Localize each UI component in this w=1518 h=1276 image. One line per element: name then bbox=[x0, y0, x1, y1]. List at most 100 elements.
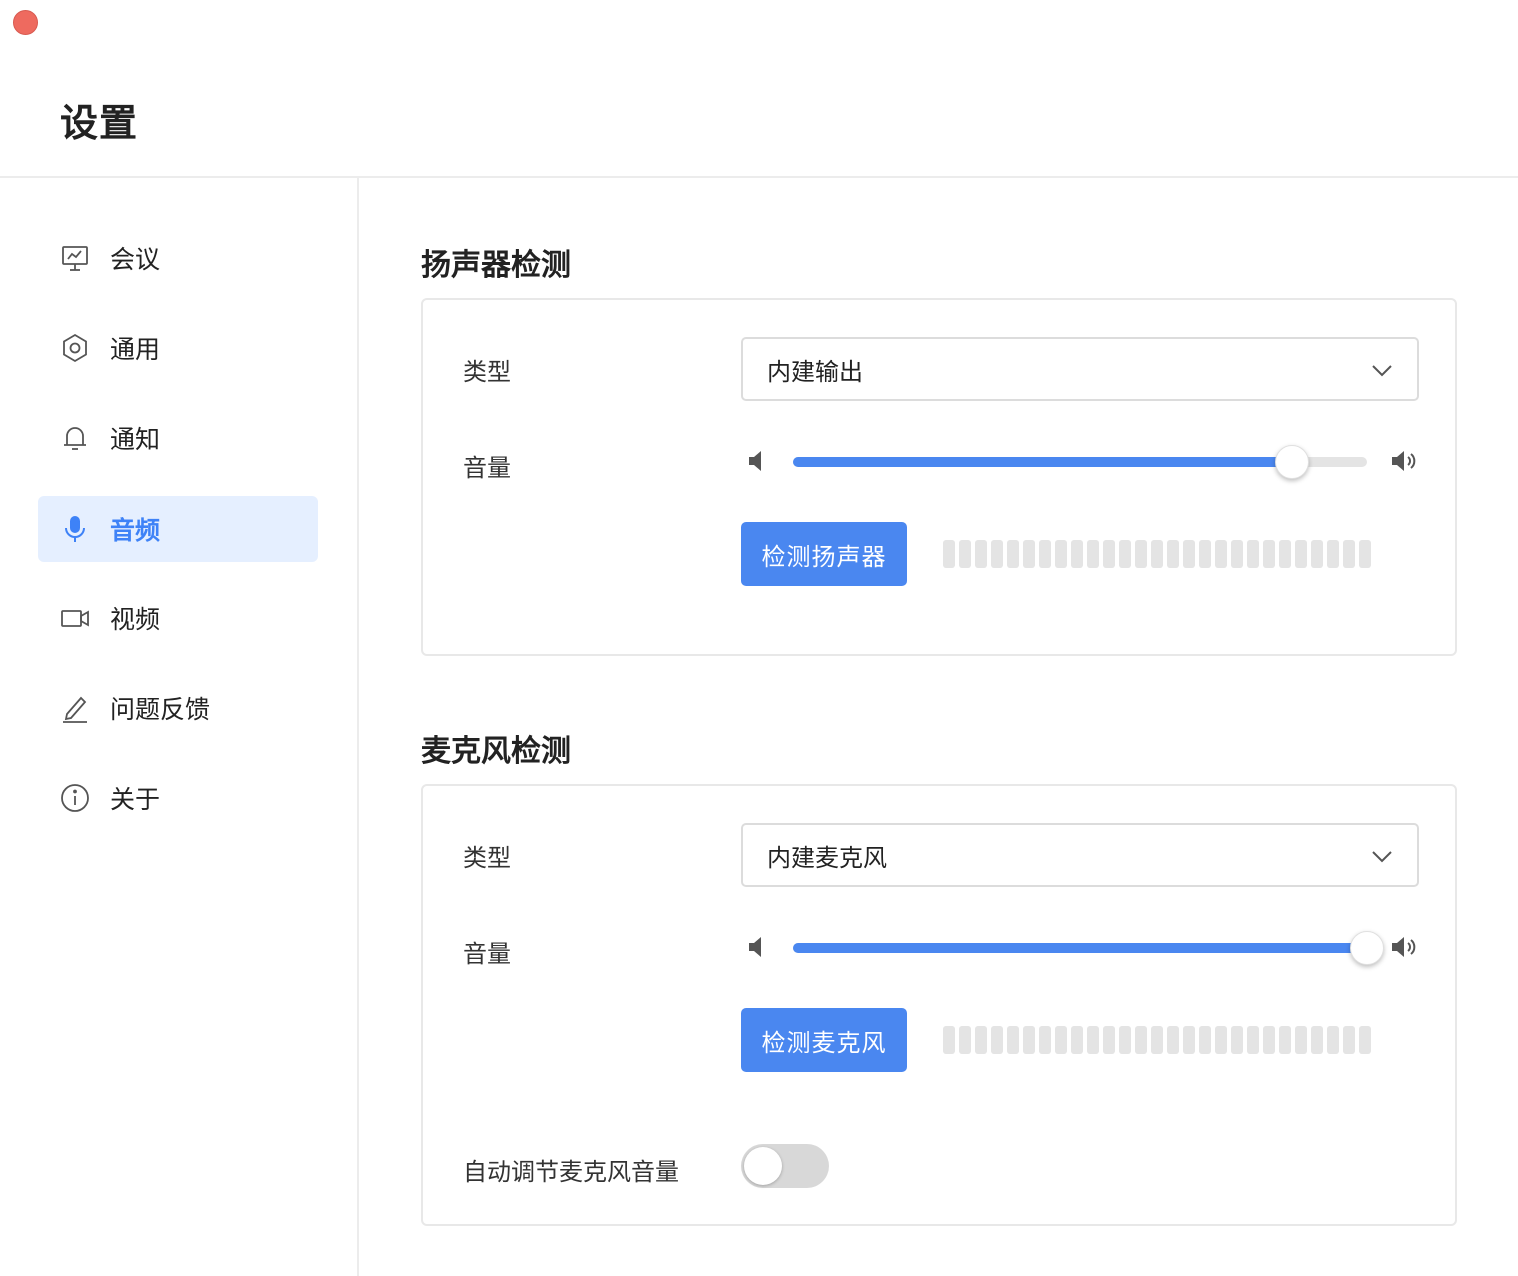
meter-segment bbox=[1199, 1026, 1211, 1054]
microphone-level-meter bbox=[943, 1026, 1371, 1054]
volume-high-icon bbox=[1392, 451, 1416, 471]
meter-segment bbox=[1087, 540, 1099, 568]
speaker-card: 类型 内建输出 音量 检测扬声器 bbox=[421, 298, 1457, 656]
meter-segment bbox=[1023, 1026, 1035, 1054]
meter-segment bbox=[991, 540, 1003, 568]
meter-segment bbox=[1183, 540, 1195, 568]
meter-segment bbox=[1231, 1026, 1243, 1054]
meter-segment bbox=[943, 1026, 955, 1054]
sidebar-item-feedback[interactable]: 问题反馈 bbox=[38, 675, 318, 741]
meter-segment bbox=[1007, 540, 1019, 568]
meter-segment bbox=[943, 540, 955, 568]
meter-segment bbox=[959, 1026, 971, 1054]
slider-fill bbox=[793, 457, 1293, 467]
test-speaker-button[interactable]: 检测扬声器 bbox=[741, 522, 907, 586]
info-icon bbox=[58, 781, 92, 815]
meter-segment bbox=[975, 1026, 987, 1054]
sidebar-item-general[interactable]: 通用 bbox=[38, 315, 318, 381]
sidebar-item-audio[interactable]: 音频 bbox=[38, 496, 318, 562]
volume-high-icon bbox=[1392, 937, 1416, 957]
toggle-knob bbox=[744, 1147, 782, 1185]
microphone-volume-label: 音量 bbox=[463, 940, 511, 968]
settings-window: 设置 会议 通用 通知 音频 视频 问题反馈 关于 扬声器检测 类型 内建输出 … bbox=[0, 0, 1518, 1276]
meter-segment bbox=[1151, 1026, 1163, 1054]
speaker-level-meter bbox=[943, 540, 1371, 568]
meter-segment bbox=[1183, 1026, 1195, 1054]
meter-segment bbox=[1343, 540, 1355, 568]
sidebar-item-label: 会议 bbox=[110, 245, 161, 274]
speaker-volume-slider[interactable] bbox=[793, 445, 1367, 479]
page-title: 设置 bbox=[60, 101, 139, 145]
meter-segment bbox=[1295, 540, 1307, 568]
sidebar-item-label: 视频 bbox=[110, 605, 161, 634]
microphone-card: 类型 内建麦克风 音量 检测麦克风 自动调节麦克风音量 bbox=[421, 784, 1457, 1226]
meter-segment bbox=[975, 540, 987, 568]
meter-segment bbox=[1167, 540, 1179, 568]
meter-segment bbox=[1327, 1026, 1339, 1054]
slider-thumb[interactable] bbox=[1275, 445, 1310, 479]
speaker-section-title: 扬声器检测 bbox=[421, 248, 571, 283]
meter-segment bbox=[1295, 1026, 1307, 1054]
close-button[interactable] bbox=[13, 10, 38, 35]
sidebar-item-label: 通用 bbox=[110, 335, 161, 364]
speaker-type-select[interactable]: 内建输出 bbox=[741, 337, 1419, 401]
chevron-down-icon bbox=[1372, 365, 1392, 377]
meter-segment bbox=[1103, 540, 1115, 568]
meter-segment bbox=[1103, 1026, 1115, 1054]
meter-segment bbox=[1311, 540, 1323, 568]
presentation-icon bbox=[58, 241, 92, 275]
microphone-type-select[interactable]: 内建麦克风 bbox=[741, 823, 1419, 887]
microphone-section-title: 麦克风检测 bbox=[421, 734, 571, 769]
sidebar-item-notification[interactable]: 通知 bbox=[38, 405, 318, 471]
video-camera-icon bbox=[58, 601, 92, 635]
bell-icon bbox=[58, 421, 92, 455]
meter-segment bbox=[1151, 540, 1163, 568]
volume-low-icon bbox=[749, 451, 761, 471]
sidebar-item-label: 通知 bbox=[110, 425, 161, 454]
slider-thumb[interactable] bbox=[1350, 931, 1384, 965]
test-microphone-button[interactable]: 检测麦克风 bbox=[741, 1008, 907, 1072]
sidebar-item-about[interactable]: 关于 bbox=[38, 765, 318, 831]
meter-segment bbox=[1359, 1026, 1371, 1054]
pencil-icon bbox=[58, 691, 92, 725]
meter-segment bbox=[1007, 1026, 1019, 1054]
chevron-down-icon bbox=[1372, 851, 1392, 863]
meter-segment bbox=[1311, 1026, 1323, 1054]
meter-segment bbox=[959, 540, 971, 568]
meter-segment bbox=[1071, 1026, 1083, 1054]
meter-segment bbox=[1247, 540, 1259, 568]
meter-segment bbox=[1055, 540, 1067, 568]
meter-segment bbox=[1199, 540, 1211, 568]
meter-segment bbox=[1279, 1026, 1291, 1054]
microphone-type-label: 类型 bbox=[463, 844, 511, 872]
microphone-volume-slider[interactable] bbox=[793, 931, 1384, 965]
meter-segment bbox=[1231, 540, 1243, 568]
meter-segment bbox=[1135, 1026, 1147, 1054]
meter-segment bbox=[1023, 540, 1035, 568]
sidebar: 会议 通用 通知 音频 视频 问题反馈 关于 bbox=[0, 178, 359, 1276]
slider-fill bbox=[793, 943, 1367, 953]
auto-adjust-toggle[interactable] bbox=[741, 1144, 829, 1188]
microphone-icon bbox=[58, 512, 92, 546]
meter-segment bbox=[1135, 540, 1147, 568]
meter-segment bbox=[1119, 540, 1131, 568]
meter-segment bbox=[1039, 540, 1051, 568]
sidebar-item-video[interactable]: 视频 bbox=[38, 585, 318, 651]
sidebar-item-label: 问题反馈 bbox=[110, 695, 211, 724]
speaker-volume-label: 音量 bbox=[463, 454, 511, 482]
meter-segment bbox=[1071, 540, 1083, 568]
speaker-type-label: 类型 bbox=[463, 358, 511, 386]
meter-segment bbox=[1039, 1026, 1051, 1054]
meter-segment bbox=[1359, 540, 1371, 568]
meter-segment bbox=[1119, 1026, 1131, 1054]
sidebar-item-meeting[interactable]: 会议 bbox=[38, 225, 318, 291]
sidebar-item-label: 关于 bbox=[110, 785, 161, 814]
volume-low-icon bbox=[749, 937, 761, 957]
meter-segment bbox=[1263, 540, 1275, 568]
meter-segment bbox=[1215, 540, 1227, 568]
gear-icon bbox=[58, 331, 92, 365]
microphone-type-value: 内建麦克风 bbox=[767, 843, 887, 872]
meter-segment bbox=[1055, 1026, 1067, 1054]
meter-segment bbox=[1327, 540, 1339, 568]
meter-segment bbox=[1279, 540, 1291, 568]
